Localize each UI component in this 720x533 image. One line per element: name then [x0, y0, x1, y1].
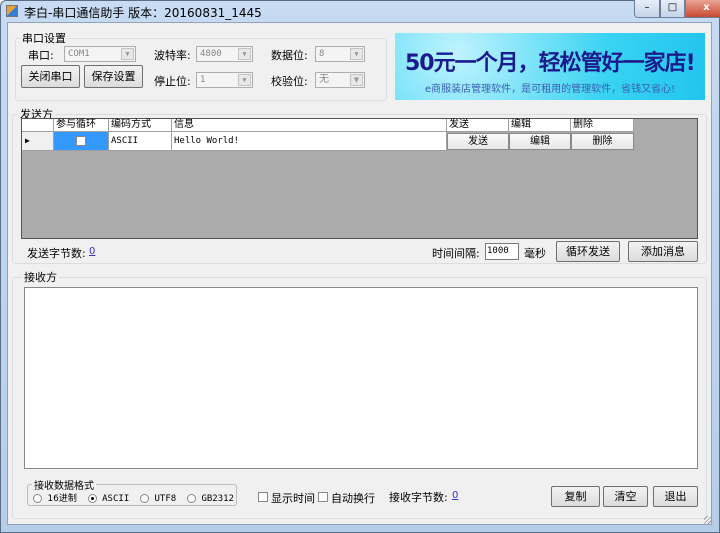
column-header[interactable]: 编码方式: [109, 119, 172, 132]
chevron-down-icon: ▼: [350, 74, 363, 86]
banner-headline: 50元一个月，轻松管好一家店!: [405, 51, 696, 76]
show-time-label[interactable]: 显示时间: [271, 490, 315, 506]
close-button[interactable]: x: [685, 0, 720, 18]
parity-value: 无: [319, 74, 329, 85]
column-header[interactable]: 参与循环: [54, 119, 109, 132]
delete-row-button[interactable]: 删除: [571, 133, 634, 150]
parity-combo[interactable]: 无 ▼: [315, 72, 365, 88]
parity-label: 校验位:: [271, 75, 308, 88]
send-bytes-label: 发送字节数:: [27, 247, 86, 260]
clear-button[interactable]: 清空: [603, 486, 648, 507]
port-label: 串口:: [28, 49, 54, 62]
loop-cell[interactable]: [54, 132, 109, 151]
stopbits-combo[interactable]: 1 ▼: [196, 72, 253, 88]
baud-label: 波特率:: [154, 49, 191, 62]
column-header[interactable]: 信息: [172, 119, 447, 132]
ms-label: 毫秒: [524, 247, 546, 260]
databits-label: 数据位:: [271, 49, 308, 62]
format-radio-gb2312[interactable]: GB2312: [187, 494, 234, 504]
chevron-down-icon: ▼: [238, 48, 251, 60]
format-radio-ascii[interactable]: ASCII: [87, 494, 129, 504]
resize-grip-icon[interactable]: [704, 516, 712, 524]
interval-label: 时间间隔:: [432, 247, 480, 260]
baud-combo[interactable]: 4800 ▼: [196, 46, 253, 62]
row-indicator-icon: ▶: [22, 132, 54, 151]
add-message-button[interactable]: 添加消息: [628, 241, 698, 262]
encoding-cell[interactable]: ASCII: [109, 132, 172, 151]
interval-input[interactable]: 1000: [485, 243, 519, 260]
serial-settings-label: 串口设置: [20, 30, 68, 46]
receive-group-label: 接收方: [22, 269, 59, 285]
row-header-corner: [22, 119, 54, 132]
stopbits-label: 停止位:: [154, 75, 191, 88]
message-cell[interactable]: Hello World!: [172, 132, 447, 151]
column-header[interactable]: 发送: [447, 119, 509, 132]
save-settings-button[interactable]: 保存设置: [84, 65, 143, 88]
close-port-button[interactable]: 关闭串口: [21, 65, 80, 88]
column-header[interactable]: 编辑: [509, 119, 571, 132]
receive-format-label: 接收数据格式: [32, 477, 96, 492]
app-icon: [6, 5, 18, 17]
chevron-down-icon: ▼: [121, 48, 134, 60]
receive-bytes-value[interactable]: 0: [452, 490, 458, 501]
exit-button[interactable]: 退出: [653, 486, 698, 507]
stopbits-value: 1: [200, 75, 206, 85]
port-value: COM1: [68, 49, 90, 59]
receive-textarea[interactable]: [24, 287, 698, 469]
baud-value: 4800: [200, 49, 222, 59]
ad-banner[interactable]: 50元一个月，轻松管好一家店! e商服装店管理软件，是可租用的管理软件，省钱又省…: [395, 33, 705, 100]
auto-wrap-checkbox[interactable]: [318, 492, 328, 502]
format-radio-utf8[interactable]: UTF8: [140, 494, 176, 504]
banner-subline: e商服装店管理软件，是可租用的管理软件，省钱又省心!: [425, 84, 676, 95]
column-header[interactable]: 删除: [571, 119, 634, 132]
receive-bytes-label: 接收字节数:: [389, 491, 448, 504]
databits-value: 8: [319, 49, 325, 59]
send-bytes-value[interactable]: 0: [89, 246, 95, 257]
loop-send-button[interactable]: 循环发送: [556, 241, 620, 262]
auto-wrap-label[interactable]: 自动换行: [331, 490, 375, 506]
maximize-button[interactable]: □: [660, 0, 685, 18]
message-grid: 参与循环 编码方式 信息 发送 编辑 删除 ▶ ASCII Hello Worl…: [21, 118, 698, 239]
chevron-down-icon: ▼: [350, 48, 363, 60]
show-time-checkbox[interactable]: [258, 492, 268, 502]
format-radio-hex[interactable]: 16进制: [33, 494, 77, 504]
minimize-button[interactable]: –: [634, 0, 660, 18]
format-radio-group: 16进制 ASCII UTF8 GB2312: [33, 491, 234, 504]
copy-button[interactable]: 复制: [551, 486, 600, 507]
chevron-down-icon: ▼: [238, 74, 251, 86]
window-title: 李白-串口通信助手 版本：20160831_1445: [24, 6, 262, 20]
edit-row-button[interactable]: 编辑: [509, 133, 571, 150]
port-combo[interactable]: COM1 ▼: [64, 46, 136, 62]
loop-checkbox[interactable]: [76, 136, 86, 146]
send-row-button[interactable]: 发送: [447, 133, 509, 150]
databits-combo[interactable]: 8 ▼: [315, 46, 365, 62]
